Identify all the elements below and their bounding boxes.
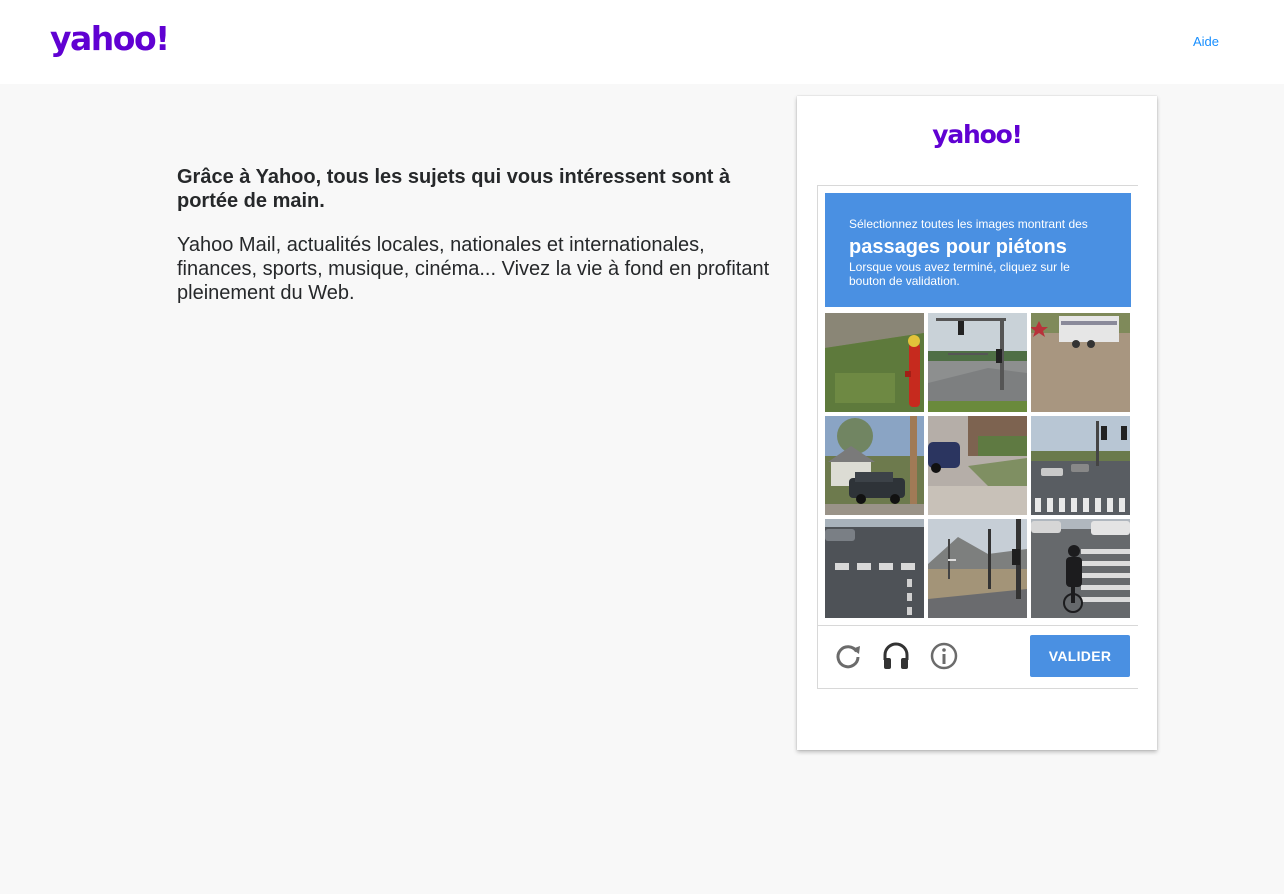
captcha-tile-7[interactable] xyxy=(825,519,924,618)
headphones-icon[interactable] xyxy=(880,640,912,672)
captcha-image-grid xyxy=(825,313,1131,619)
captcha-card: yahoo! Sélectionnez toutes les images mo… xyxy=(797,96,1157,750)
promo-section: Grâce à Yahoo, tous les sujets qui vous … xyxy=(177,165,777,305)
captcha-tile-4[interactable] xyxy=(825,416,924,515)
captcha-tile-2[interactable] xyxy=(928,313,1027,412)
help-link[interactable]: Aide xyxy=(1193,34,1219,49)
validate-button[interactable]: VALIDER xyxy=(1030,635,1130,677)
captcha-tile-5[interactable] xyxy=(928,416,1027,515)
captcha-tile-3[interactable] xyxy=(1031,313,1130,412)
promo-body: Yahoo Mail, actualités locales, national… xyxy=(177,234,770,304)
captcha-instructions: Sélectionnez toutes les images montrant … xyxy=(825,193,1131,307)
captcha-tile-1[interactable] xyxy=(825,313,924,412)
crosswalk-intersection-tile xyxy=(825,519,924,618)
captcha-hint: Lorsque vous avez terminé, cliquez sur l… xyxy=(849,260,1070,288)
captcha-instruction: Sélectionnez toutes les images montrant … xyxy=(849,217,1088,231)
yahoo-logo[interactable]: yahoo! xyxy=(50,19,170,59)
captcha-tile-8[interactable] xyxy=(928,519,1027,618)
captcha-tile-9[interactable] xyxy=(1031,519,1130,618)
captcha-controls: VALIDER xyxy=(818,625,1138,689)
crosswalk-road-tile xyxy=(1031,416,1130,515)
top-header: yahoo! Aide xyxy=(0,0,1284,84)
traffic-light-road-tile xyxy=(928,313,1027,412)
captcha-target: passages pour piétons xyxy=(849,236,1067,258)
promo-title: Grâce à Yahoo, tous les sujets qui vous … xyxy=(177,166,731,212)
cyclist-crosswalk-tile xyxy=(1031,519,1130,618)
grass-hydrant-tile xyxy=(825,313,924,412)
info-icon[interactable] xyxy=(928,640,960,672)
card-yahoo-logo: yahoo! xyxy=(932,120,1023,149)
captcha-tile-6[interactable] xyxy=(1031,416,1130,515)
reload-icon[interactable] xyxy=(832,640,864,672)
mountain-road-tile xyxy=(928,519,1027,618)
recaptcha-challenge: Sélectionnez toutes les images montrant … xyxy=(817,185,1138,689)
driveway-car-tile xyxy=(928,416,1027,515)
house-car-tile xyxy=(825,416,924,515)
trailer-lot-tile xyxy=(1031,313,1130,412)
